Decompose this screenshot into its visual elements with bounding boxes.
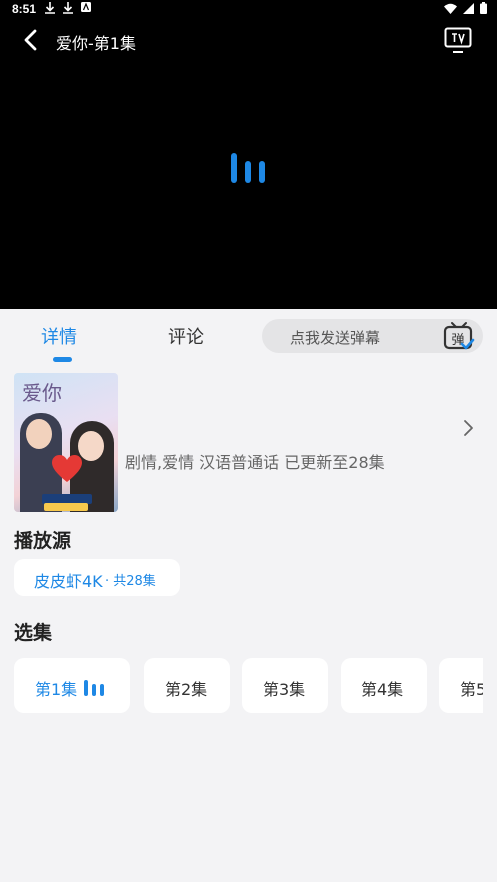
danmaku-placeholder: 点我发送弹幕 — [290, 329, 381, 347]
episode-label: 第5集 — [460, 680, 483, 699]
player-title: 爱你-第1集 — [56, 34, 136, 53]
battery-icon — [480, 2, 487, 14]
detail-tab-bar: 详情 评论 点我发送弹幕 弹 — [0, 309, 497, 365]
download-icon — [63, 2, 73, 14]
loading-indicator-icon — [231, 153, 265, 183]
status-system-icons — [444, 2, 487, 14]
player-top-bar: 爱你-第1集 — [0, 20, 497, 60]
status-notification-icons — [45, 2, 91, 14]
poster-title: 爱你 — [22, 381, 62, 405]
status-time: 8:51 — [12, 2, 37, 16]
episode-list[interactable]: 第1集 第2集 第3集 第4集 第5集 — [14, 658, 483, 714]
episode-item-1[interactable]: 第1集 — [14, 658, 130, 713]
download-icon — [45, 2, 55, 14]
episode-label: 第3集 — [263, 680, 306, 699]
heart-icon — [52, 455, 82, 482]
poster-date-badge — [44, 503, 88, 511]
drama-meta: 剧情,爱情 汉语普通话 已更新至28集 — [125, 453, 385, 472]
tab-details[interactable]: 详情 — [41, 323, 77, 349]
danmaku-input[interactable]: 点我发送弹幕 弹 — [262, 319, 483, 353]
poster-figure — [26, 419, 52, 449]
app-notification-icon — [81, 2, 91, 12]
source-chip[interactable]: 皮皮虾4K · 共28集 — [14, 559, 180, 596]
tv-cast-icon[interactable] — [444, 27, 472, 53]
episode-label: 第2集 — [165, 680, 208, 699]
source-name: 皮皮虾4K — [34, 572, 103, 591]
active-tab-indicator — [53, 357, 72, 362]
signal-icon — [463, 2, 474, 14]
now-playing-icon — [84, 680, 108, 696]
danmaku-toggle-icon[interactable]: 弹 — [443, 321, 475, 351]
episode-label: 第1集 — [35, 680, 78, 699]
episode-item-5[interactable]: 第5集 — [439, 658, 483, 713]
episode-item-4[interactable]: 第4集 — [341, 658, 427, 713]
tab-comments[interactable]: 评论 — [168, 323, 204, 349]
status-bar: 8:51 — [0, 0, 497, 20]
drama-poster[interactable]: 爱你 — [14, 373, 118, 512]
drama-info[interactable]: 爱你 剧情,爱情 汉语普通话 已更新至28集 — [0, 373, 497, 513]
video-player[interactable]: 8:51 爱你-第1集 — [0, 0, 497, 309]
source-episode-count: · 共28集 — [105, 574, 156, 589]
chevron-right-icon[interactable] — [462, 418, 476, 438]
wifi-icon — [444, 3, 457, 14]
episode-section-title: 选集 — [14, 622, 53, 644]
back-arrow-icon[interactable] — [20, 28, 44, 52]
episode-item-3[interactable]: 第3集 — [242, 658, 328, 713]
source-section-title: 播放源 — [14, 530, 72, 552]
episode-item-2[interactable]: 第2集 — [144, 658, 230, 713]
episode-label: 第4集 — [361, 680, 404, 699]
